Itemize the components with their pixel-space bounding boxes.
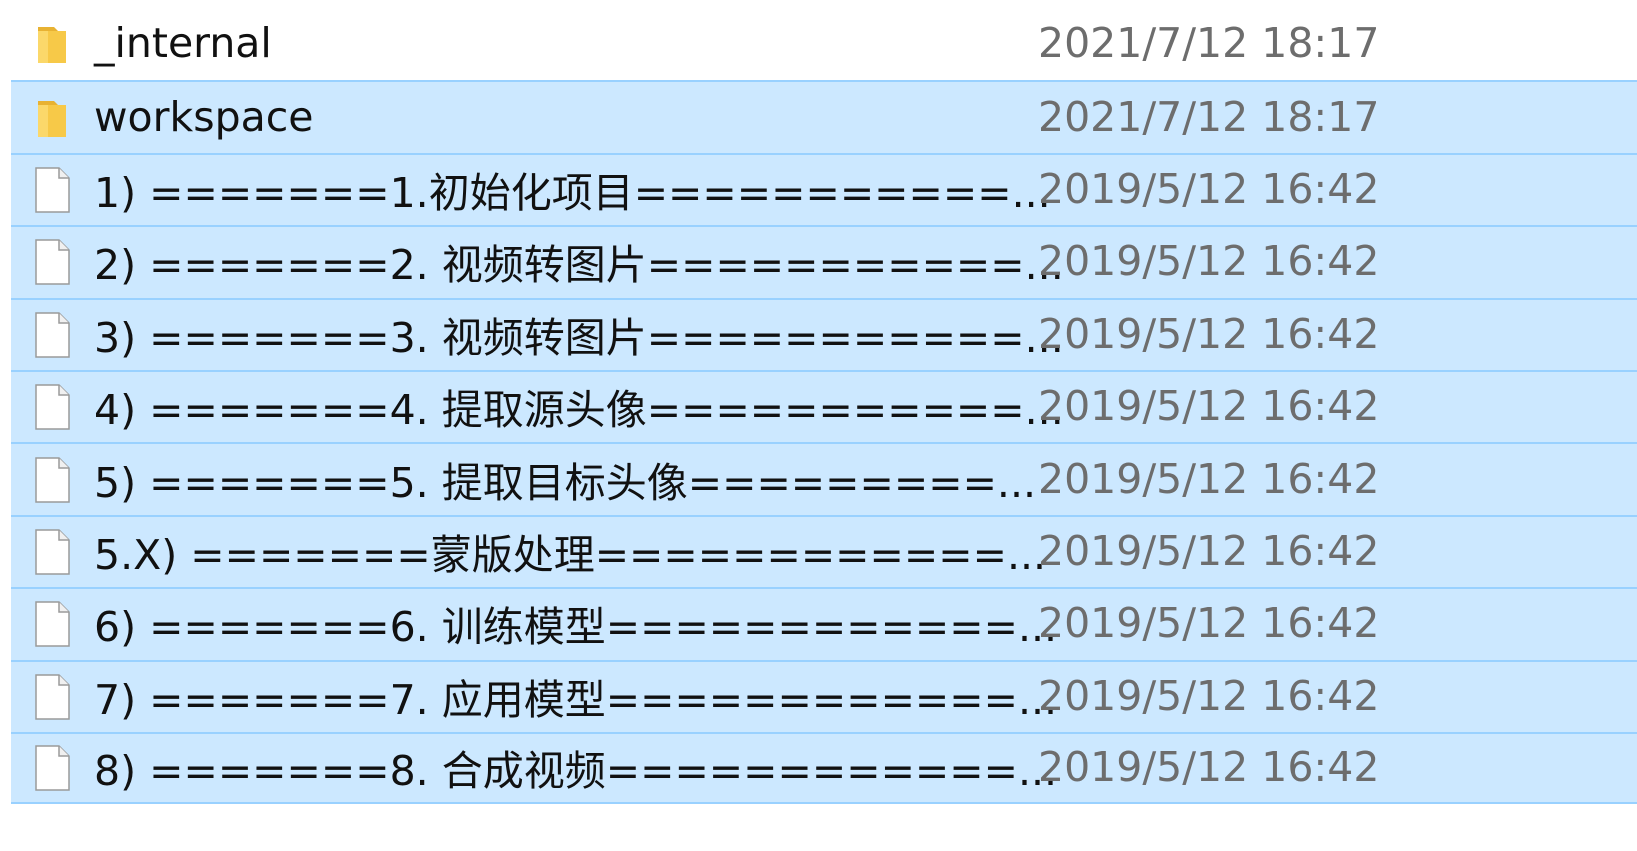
date-modified: 2019/5/12 16:42	[1038, 237, 1380, 286]
date-modified: 2019/5/12 16:42	[1038, 526, 1380, 575]
file-icon	[32, 456, 72, 504]
date-modified: 2019/5/12 16:42	[1038, 382, 1380, 431]
date-modified: 2019/5/12 16:42	[1038, 454, 1380, 503]
file-list: _internal 2021/7/12 18:17 workspace 2021…	[0, 8, 1637, 805]
file-name: _internal	[94, 19, 272, 68]
date-modified: 2021/7/12 18:17	[1038, 92, 1380, 141]
list-item[interactable]: 4) =======4. 提取源头像===========... 2019/5/…	[11, 369, 1637, 443]
date-modified: 2019/5/12 16:42	[1038, 599, 1380, 648]
folder-icon	[32, 20, 72, 68]
file-name: 3) =======3. 视频转图片===========...	[94, 313, 1064, 362]
list-item[interactable]: 3) =======3. 视频转图片===========... 2019/5/…	[11, 297, 1637, 370]
list-item[interactable]: 5) =======5. 提取目标头像=========... 2019/5/1…	[11, 442, 1637, 515]
file-name: 4) =======4. 提取源头像===========...	[94, 385, 1064, 434]
date-modified: 2019/5/12 16:42	[1038, 743, 1380, 792]
file-icon	[32, 166, 72, 214]
list-item[interactable]: 1) =======1.初始化项目===========... 2019/5/1…	[11, 152, 1637, 226]
file-icon	[32, 311, 72, 359]
list-item[interactable]: 8) =======8. 合成视频============... 2019/5/…	[11, 731, 1637, 805]
date-modified: 2019/5/12 16:42	[1038, 165, 1380, 214]
file-icon	[32, 744, 72, 792]
list-item[interactable]: 5.X) =======蒙版处理============... 2019/5/1…	[11, 514, 1637, 588]
file-icon	[32, 383, 72, 431]
list-item[interactable]: 6) =======6. 训练模型============... 2019/5/…	[11, 587, 1637, 660]
file-icon	[32, 673, 72, 721]
date-modified: 2019/5/12 16:42	[1038, 309, 1380, 358]
file-icon	[32, 238, 72, 286]
list-item[interactable]: 7) =======7. 应用模型============... 2019/5/…	[11, 659, 1637, 732]
file-name: 6) =======6. 训练模型============...	[94, 603, 1058, 652]
file-name: 5) =======5. 提取目标头像=========...	[94, 458, 1037, 507]
folder-icon	[32, 94, 72, 142]
date-modified: 2019/5/12 16:42	[1038, 671, 1380, 720]
file-name: 8) =======8. 合成视频============...	[94, 746, 1058, 795]
file-name: 7) =======7. 应用模型============...	[94, 675, 1058, 724]
file-name: 2) =======2. 视频转图片===========...	[94, 241, 1064, 290]
file-icon	[32, 528, 72, 576]
list-item[interactable]: workspace 2021/7/12 18:17	[11, 80, 1637, 153]
date-modified: 2021/7/12 18:17	[1038, 19, 1380, 68]
file-name: workspace	[94, 92, 314, 141]
list-item[interactable]: 2) =======2. 视频转图片===========... 2019/5/…	[11, 225, 1637, 298]
file-name: 5.X) =======蒙版处理============...	[94, 530, 1047, 579]
list-item[interactable]: _internal 2021/7/12 18:17	[0, 8, 1637, 80]
file-name: 1) =======1.初始化项目===========...	[94, 168, 1051, 217]
file-icon	[32, 600, 72, 648]
